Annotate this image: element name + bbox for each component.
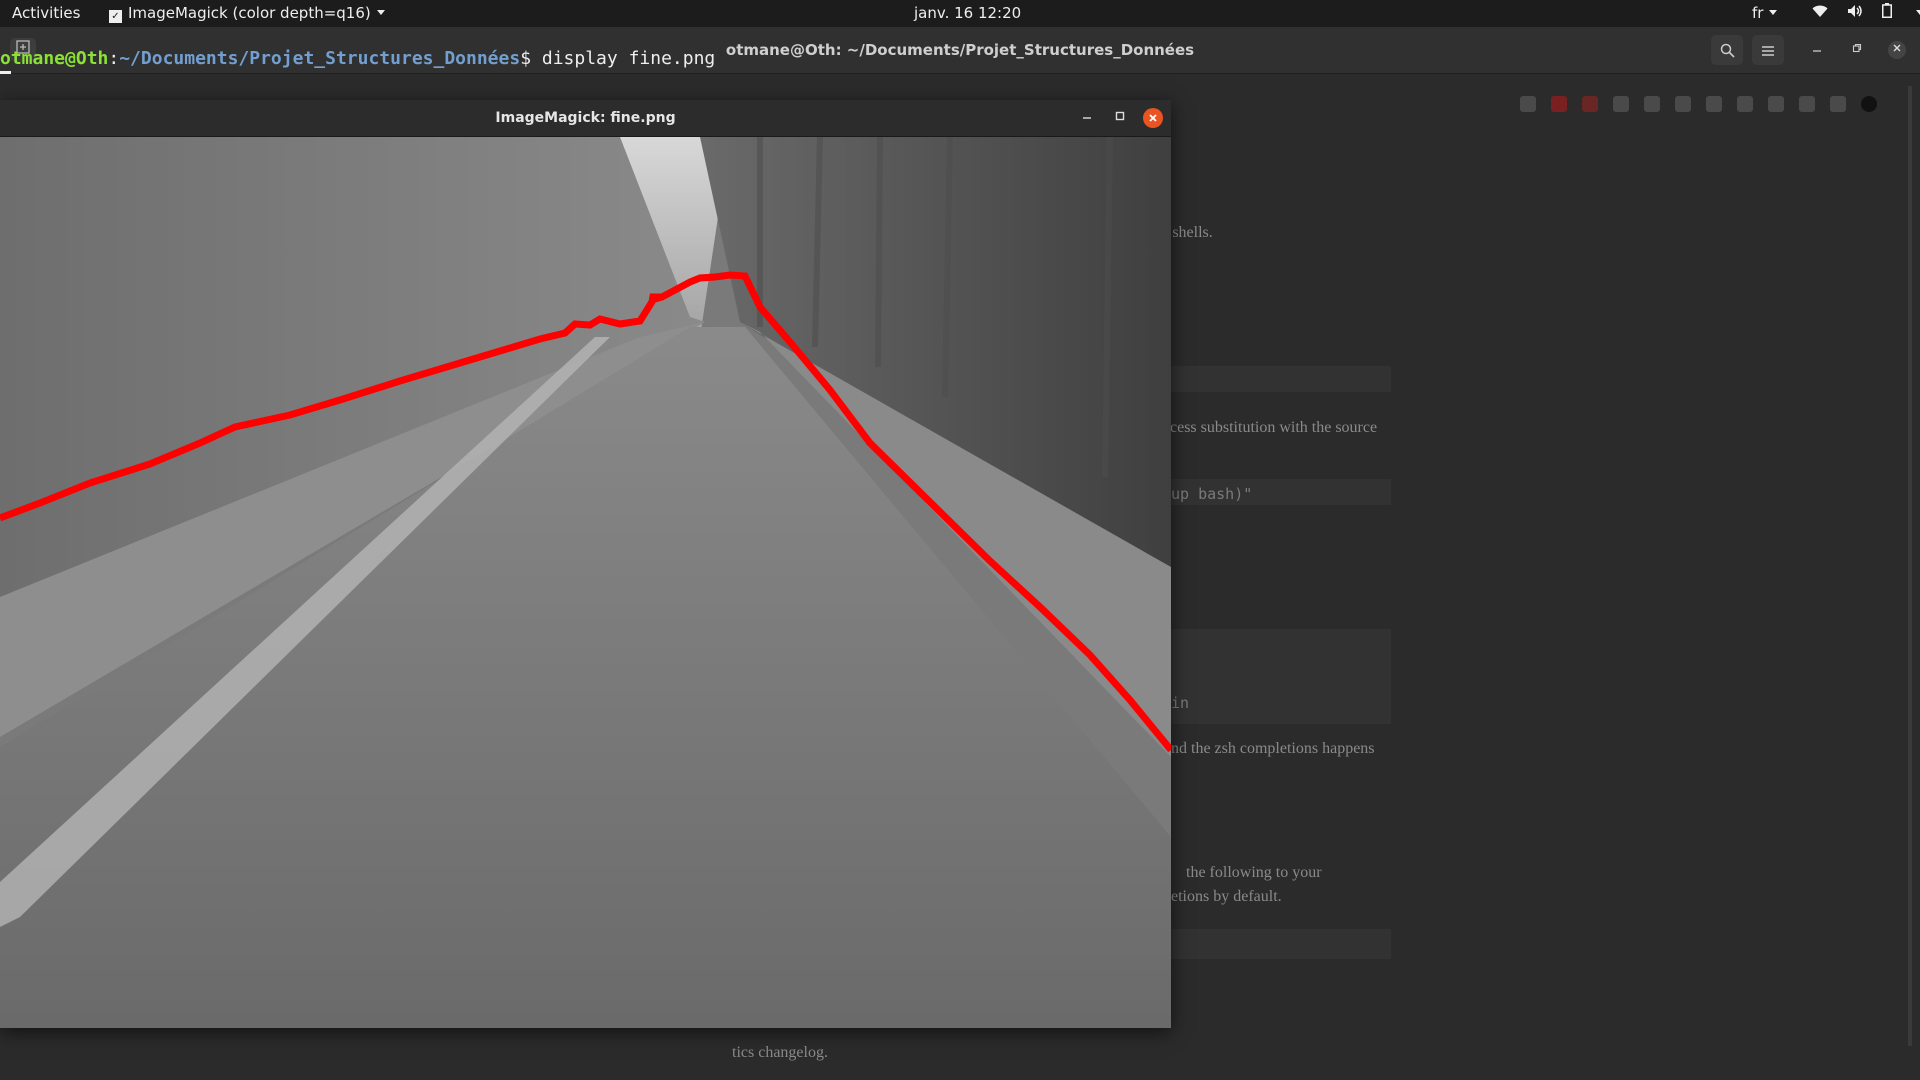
close-icon	[1893, 44, 1901, 52]
background-code-line: in	[1171, 694, 1190, 712]
chevron-down-icon	[376, 10, 385, 15]
background-code-block	[1171, 629, 1391, 724]
app-menu[interactable]: ✓ ImageMagick (color depth=q16)	[109, 0, 385, 27]
system-menu[interactable]	[1812, 0, 1920, 27]
background-text-line: etions by default.	[1171, 888, 1282, 905]
terminal-cursor	[0, 71, 11, 74]
imagemagick-icon: ✓	[109, 10, 122, 23]
restore-button[interactable]	[1848, 41, 1866, 59]
clock[interactable]: janv. 16 12:20	[914, 0, 1021, 27]
minimize-icon	[1083, 117, 1091, 119]
wifi-icon	[1812, 1, 1828, 28]
chevron-down-icon	[1916, 10, 1920, 15]
chevron-down-icon	[1769, 10, 1778, 15]
menu-button[interactable]	[1752, 35, 1784, 65]
close-icon	[1149, 114, 1157, 122]
minimize-button[interactable]	[1808, 41, 1826, 59]
close-button[interactable]	[1888, 41, 1906, 59]
background-toolbar	[1520, 96, 1892, 116]
search-button[interactable]	[1711, 35, 1743, 65]
imagemagick-minimize-button[interactable]	[1078, 109, 1096, 127]
background-text-line: tics changelog.	[732, 1044, 828, 1061]
prompt-path: ~/Documents/Projet_Structures_Données	[119, 48, 521, 69]
imagemagick-titlebar[interactable]: ImageMagick: fine.png	[0, 100, 1171, 137]
prompt-user: otmane@Oth	[0, 48, 109, 69]
language-label: fr	[1752, 4, 1764, 22]
terminal-prompt-line[interactable]: otmane@Oth:~/Documents/Projet_Structures…	[0, 47, 715, 71]
background-code-line: up bash)"	[1171, 485, 1253, 503]
minimize-icon	[1813, 50, 1821, 52]
background-text-line: the following to your	[1186, 864, 1322, 881]
imagemagick-close-button[interactable]	[1143, 108, 1163, 128]
imagemagick-title: ImageMagick: fine.png	[495, 110, 676, 126]
maximize-icon	[1115, 111, 1125, 121]
battery-icon	[1881, 1, 1892, 28]
road-image-canvas[interactable]	[0, 137, 1171, 1028]
background-code-block	[1171, 366, 1391, 392]
imagemagick-window: ImageMagick: fine.png	[0, 100, 1171, 1028]
volume-icon	[1847, 1, 1863, 28]
prompt-colon: :	[108, 48, 120, 69]
activities-button[interactable]: Activities	[12, 0, 80, 27]
background-text-line: nd the zsh completions happens	[1171, 740, 1375, 757]
restore-icon	[1852, 43, 1862, 53]
prompt-symbol: $	[520, 48, 542, 69]
background-text-line: cess substitution with the source	[1170, 419, 1378, 436]
background-scrollbar	[1908, 86, 1912, 1046]
imagemagick-maximize-button[interactable]	[1111, 109, 1129, 127]
language-indicator[interactable]: fr	[1752, 0, 1778, 27]
hamburger-menu-icon	[1762, 46, 1774, 56]
search-icon	[1720, 43, 1735, 58]
background-code-block	[1171, 929, 1391, 959]
app-menu-label: ImageMagick (color depth=q16)	[128, 4, 371, 22]
top-panel: Activities ✓ ImageMagick (color depth=q16…	[0, 0, 1920, 27]
prompt-command: display fine.png	[541, 48, 716, 69]
